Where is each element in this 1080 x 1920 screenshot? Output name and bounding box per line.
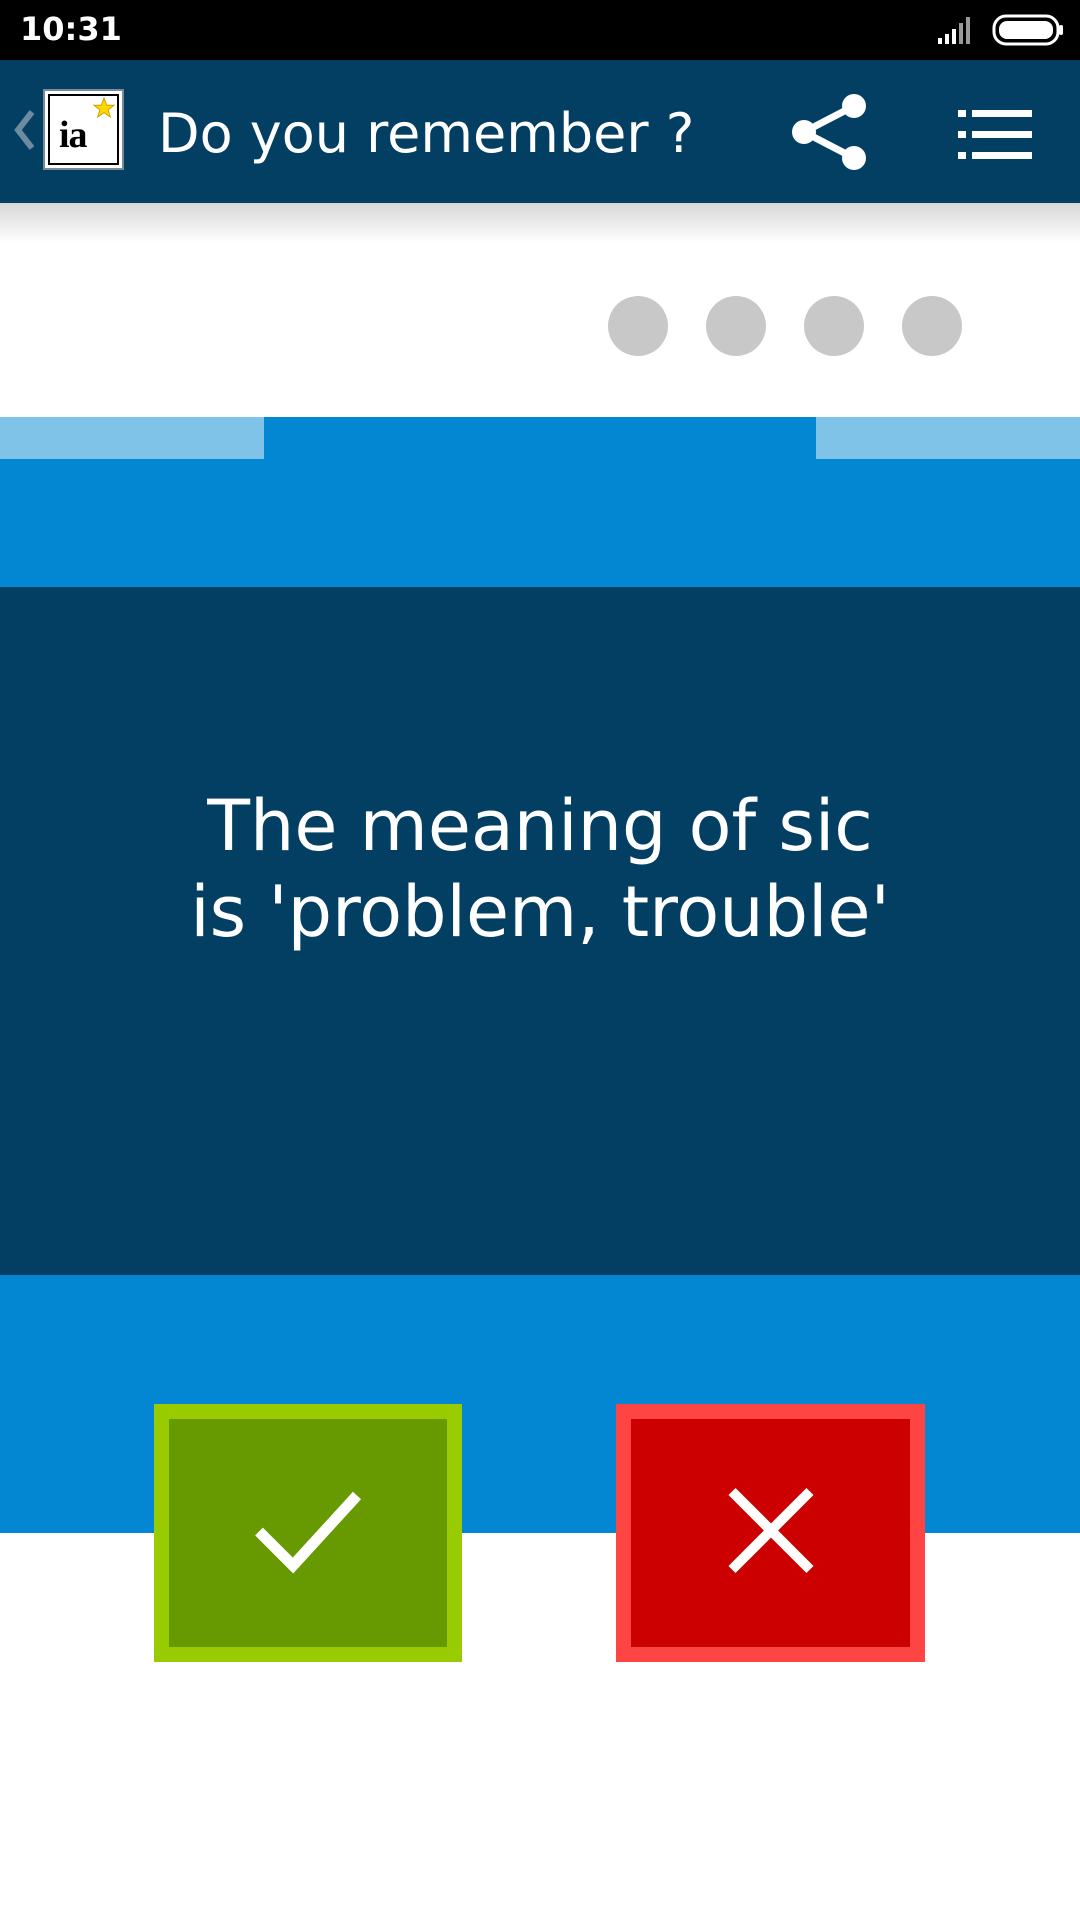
app-bar-shadow: [0, 203, 1080, 243]
page-title: Do you remember ?: [158, 102, 695, 165]
no-button[interactable]: [616, 1404, 925, 1662]
progress-dot: [804, 296, 864, 356]
battery-icon: [992, 14, 1066, 51]
progress-dot: [902, 296, 962, 356]
progress-dot: [608, 296, 668, 356]
share-button[interactable]: [788, 90, 872, 174]
chevron-left-icon[interactable]: [12, 108, 36, 157]
app-bar: ia Do you remember ?: [0, 60, 1080, 203]
list-menu-button[interactable]: [958, 110, 1034, 160]
tab-indicator-left: [0, 417, 264, 459]
star-icon: [92, 96, 116, 124]
close-icon: [727, 1487, 814, 1579]
share-icon: [792, 94, 866, 170]
flashcard-text: The meaning of sic is 'problem, trouble': [140, 783, 940, 955]
app-logo[interactable]: ia: [43, 89, 124, 170]
progress-dot: [706, 296, 766, 356]
status-time: 10:31: [20, 10, 122, 48]
list-menu-icon: [958, 110, 1032, 159]
flashcard[interactable]: The meaning of sic is 'problem, trouble': [0, 587, 1080, 1275]
check-icon: [253, 1488, 363, 1579]
status-bar: 10:31: [0, 0, 1080, 60]
progress-dots: [0, 296, 1080, 356]
flashcard-statement: The meaning of sic is 'problem, trouble': [190, 785, 890, 953]
yes-button[interactable]: [154, 1404, 462, 1662]
signal-icon: [938, 16, 974, 49]
logo-text: ia: [59, 114, 88, 156]
tab-indicator-right: [816, 417, 1080, 459]
